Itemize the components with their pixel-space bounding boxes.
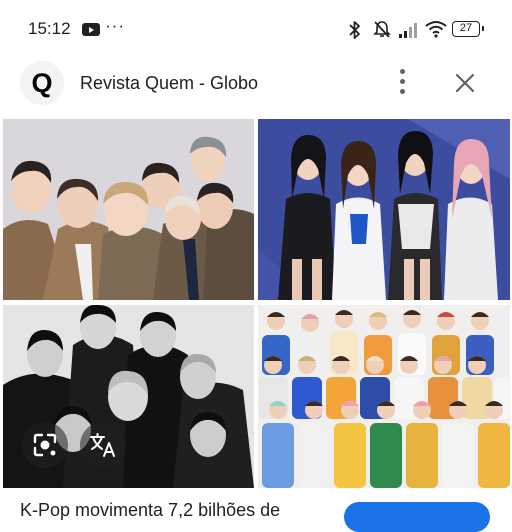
more-dots-icon: ··· bbox=[105, 16, 125, 35]
group-photo-boy-band[interactable] bbox=[3, 119, 254, 300]
signal-icon bbox=[399, 23, 417, 38]
status-icons: 27 bbox=[342, 0, 512, 60]
visit-button[interactable] bbox=[344, 502, 490, 532]
wifi-icon bbox=[425, 21, 447, 38]
youtube-icon bbox=[82, 23, 100, 36]
group-photo-girl-group[interactable] bbox=[258, 119, 510, 300]
close-icon[interactable] bbox=[448, 66, 482, 100]
status-time: 15:12 bbox=[28, 19, 71, 38]
lens-button[interactable] bbox=[22, 422, 68, 468]
image-grid bbox=[0, 119, 512, 489]
lens-icon bbox=[33, 433, 57, 457]
mute-icon bbox=[373, 21, 391, 38]
site-logo[interactable]: Q bbox=[20, 61, 64, 105]
bluetooth-icon bbox=[349, 21, 360, 39]
viewer-header: Q Revista Quem - Globo bbox=[0, 60, 512, 112]
battery-icon: 27 bbox=[452, 21, 484, 37]
translate-icon bbox=[90, 433, 115, 457]
group-photo-large-group[interactable] bbox=[258, 305, 510, 488]
translate-button[interactable] bbox=[80, 422, 126, 468]
site-title[interactable]: Revista Quem - Globo bbox=[80, 73, 258, 94]
image-caption[interactable]: K-Pop movimenta 7,2 bilhões de bbox=[20, 500, 320, 521]
status-bar: 15:12 ··· 27 bbox=[0, 0, 512, 60]
more-vert-icon[interactable] bbox=[388, 67, 418, 99]
